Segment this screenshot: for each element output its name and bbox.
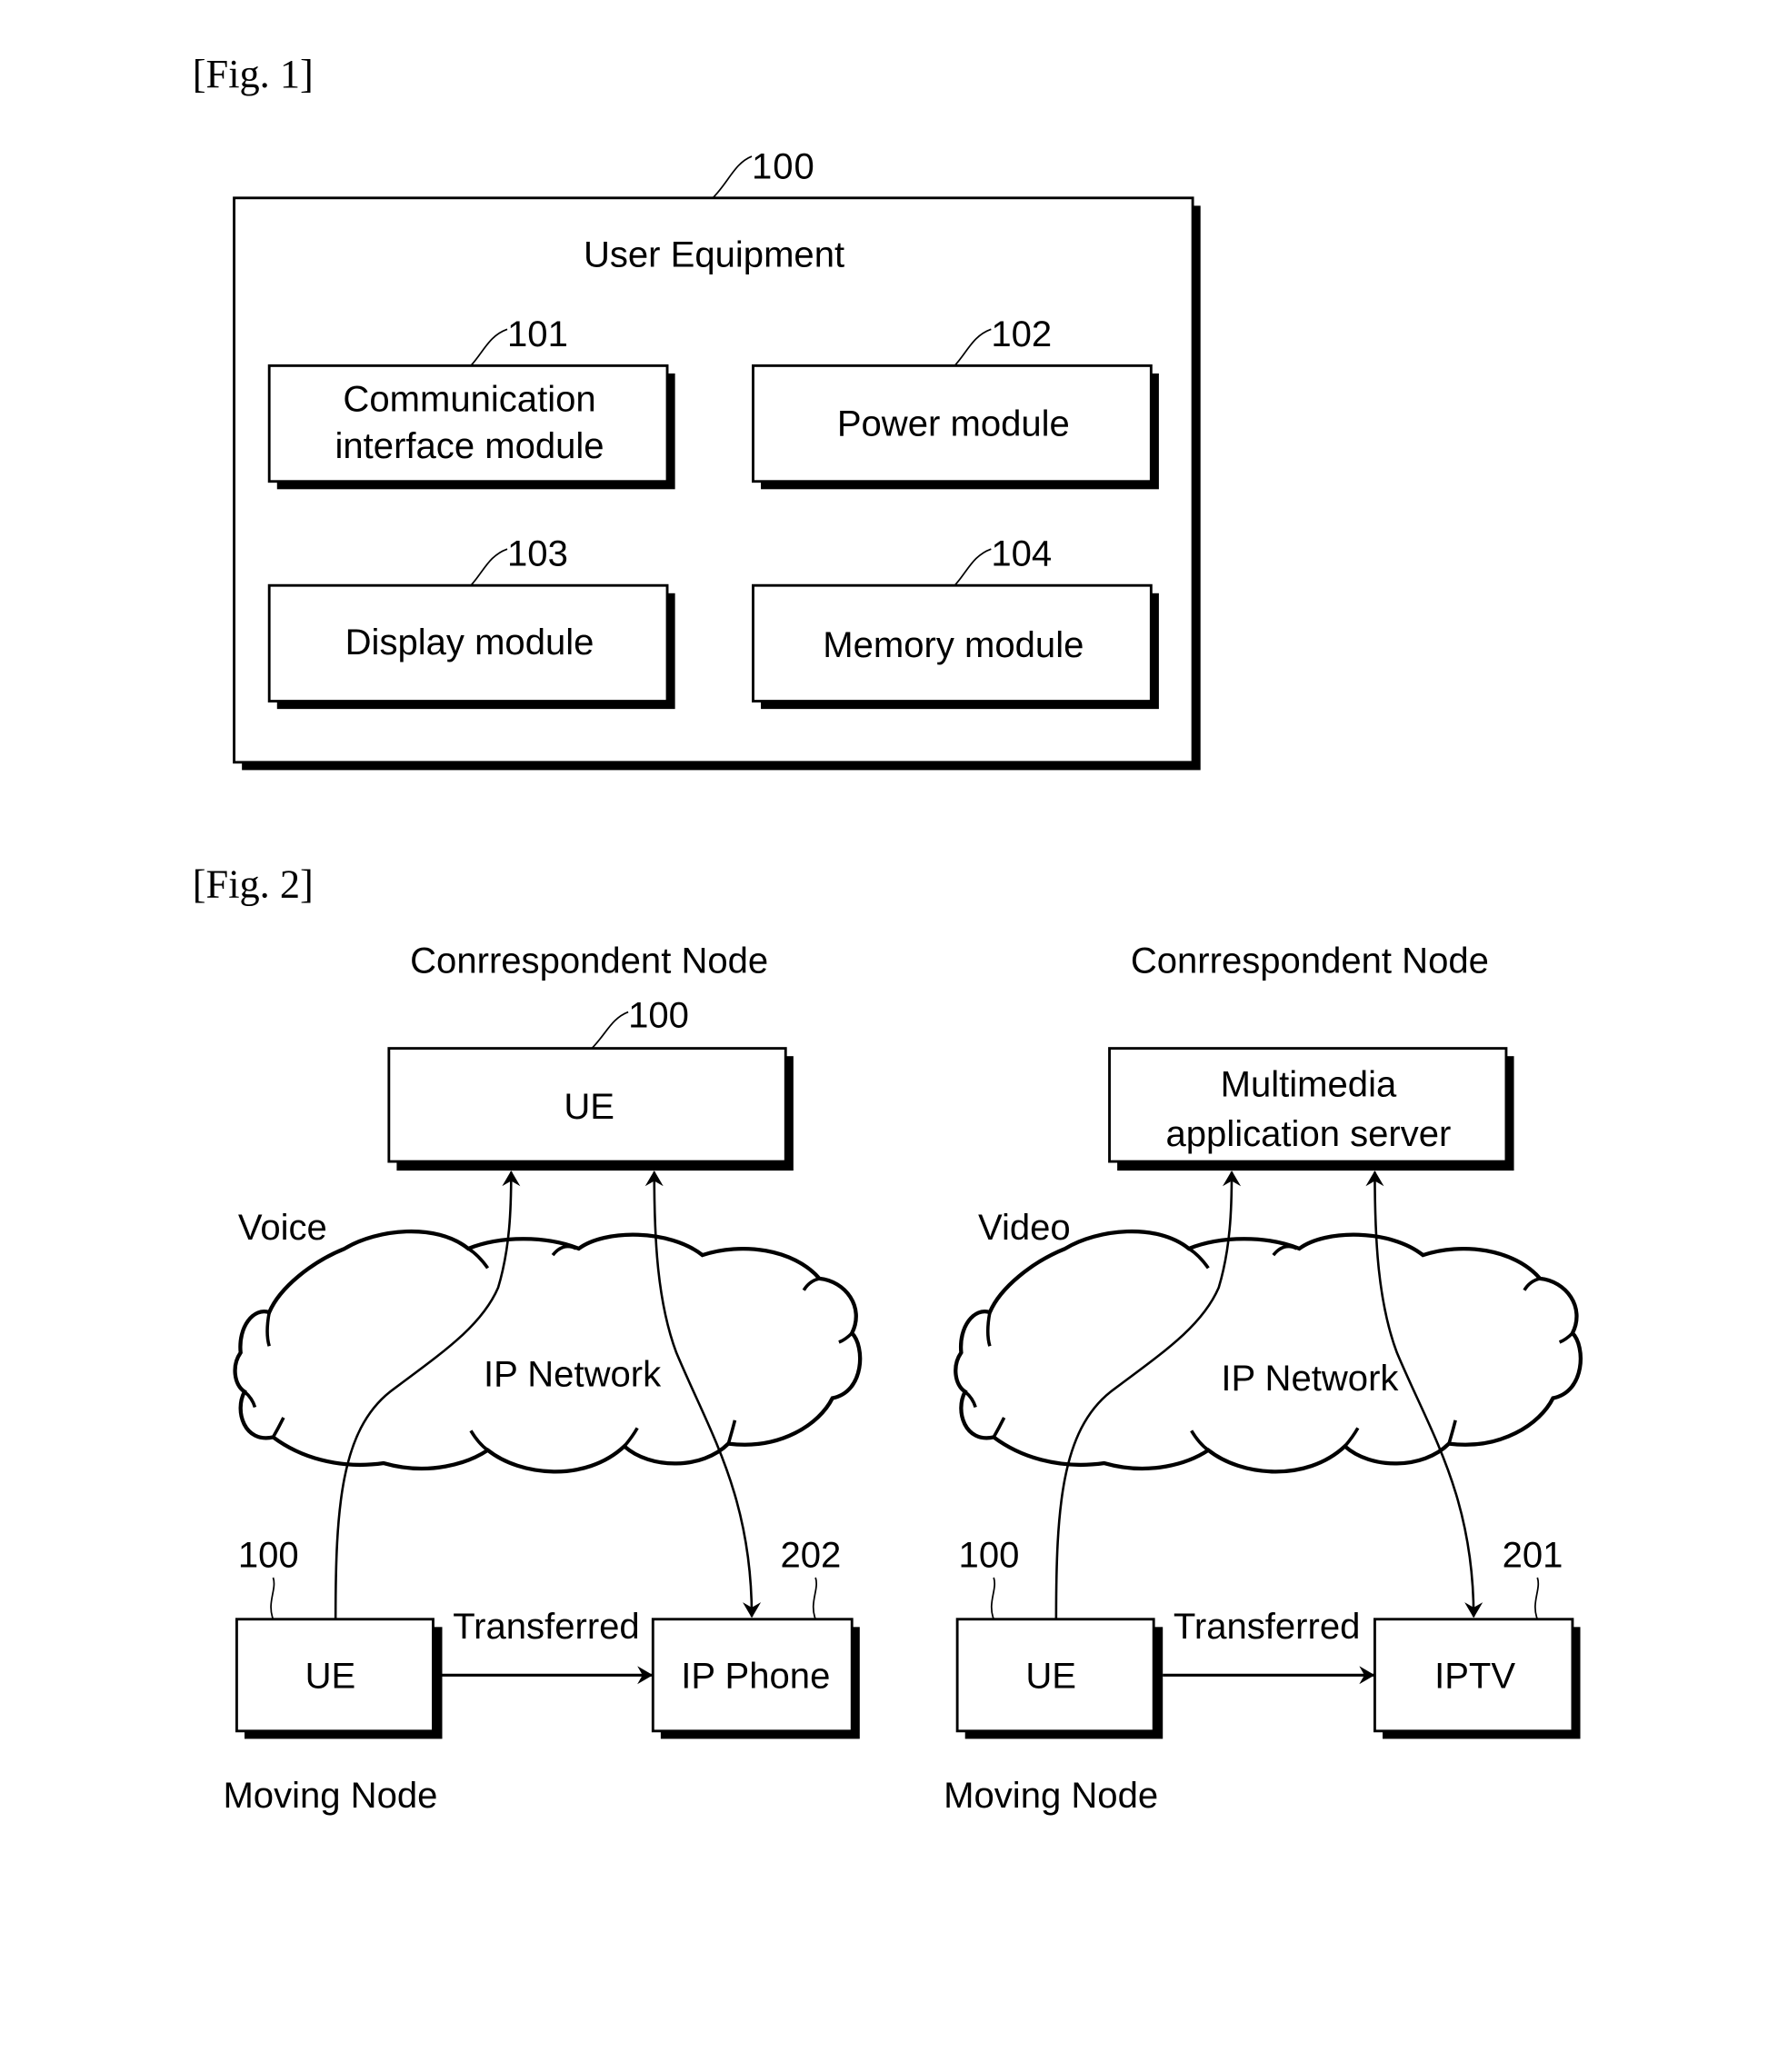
figure-2-label: [Fig. 2] xyxy=(193,862,314,907)
source-ref-number: 100 xyxy=(959,1536,1020,1576)
moving-ue-label: UE xyxy=(305,1657,356,1697)
transfer-label: Transferred xyxy=(453,1607,640,1647)
moving-node-caption: Moving Node xyxy=(223,1776,437,1816)
ref-number: 100 xyxy=(628,996,689,1036)
figure-1: [Fig. 1] 100 User Equipment 101 Communic… xyxy=(193,51,1201,771)
ref-leader xyxy=(812,1577,817,1620)
patent-figures: [Fig. 1] 100 User Equipment 101 Communic… xyxy=(193,51,1583,1816)
media-type-label: Video xyxy=(978,1208,1071,1248)
ip-network-cloud xyxy=(233,1229,863,1474)
ref-number-101: 101 xyxy=(507,314,568,354)
user-equipment-title: User Equipment xyxy=(584,235,844,275)
ref-leader xyxy=(1534,1577,1540,1620)
moving-ue-label: UE xyxy=(1025,1657,1076,1697)
correspondent-node-heading: Conrrespondent Node xyxy=(410,941,768,981)
ref-number-102: 102 xyxy=(991,314,1052,354)
module-label: Memory module xyxy=(823,625,1084,665)
target-ref-number: 201 xyxy=(1503,1536,1563,1576)
multimedia-server-label-line-2: application server xyxy=(1166,1114,1452,1154)
ref-leader xyxy=(270,1577,275,1620)
ref-number-100: 100 xyxy=(752,146,814,186)
ref-leader xyxy=(591,1011,629,1050)
media-type-label: Voice xyxy=(238,1208,327,1248)
ip-phone-label: IP Phone xyxy=(681,1657,830,1697)
source-ref-number: 100 xyxy=(238,1536,299,1576)
module-label-line-2: interface module xyxy=(335,426,604,466)
correspondent-ue-label: UE xyxy=(564,1087,614,1127)
panel-voice: Conrrespondent Node 100 UE Voice IP Netw… xyxy=(223,941,863,1816)
ref-number-103: 103 xyxy=(507,534,568,574)
target-ref-number: 202 xyxy=(781,1536,842,1576)
figure-2: [Fig. 2] Conrrespondent Node 100 UE Voic… xyxy=(193,862,1583,1816)
correspondent-node-heading: Conrrespondent Node xyxy=(1131,941,1489,981)
panel-video: Conrrespondent Node Multimedia applicati… xyxy=(944,941,1583,1816)
moving-node-caption: Moving Node xyxy=(944,1776,1158,1816)
figure-1-label: [Fig. 1] xyxy=(193,51,314,96)
module-label-line-1: Communication xyxy=(343,379,595,419)
ip-network-label: IP Network xyxy=(484,1355,662,1395)
ref-number-104: 104 xyxy=(991,534,1052,574)
multimedia-server-label-line-1: Multimedia xyxy=(1221,1065,1397,1105)
ip-network-label: IP Network xyxy=(1221,1359,1399,1399)
ip-network-cloud xyxy=(954,1229,1583,1474)
module-label: Display module xyxy=(345,623,594,662)
ref-leader xyxy=(990,1577,995,1620)
transfer-label: Transferred xyxy=(1174,1607,1361,1647)
iptv-label: IPTV xyxy=(1434,1657,1515,1697)
ref-leader-100 xyxy=(712,155,753,199)
module-label: Power module xyxy=(837,404,1070,444)
